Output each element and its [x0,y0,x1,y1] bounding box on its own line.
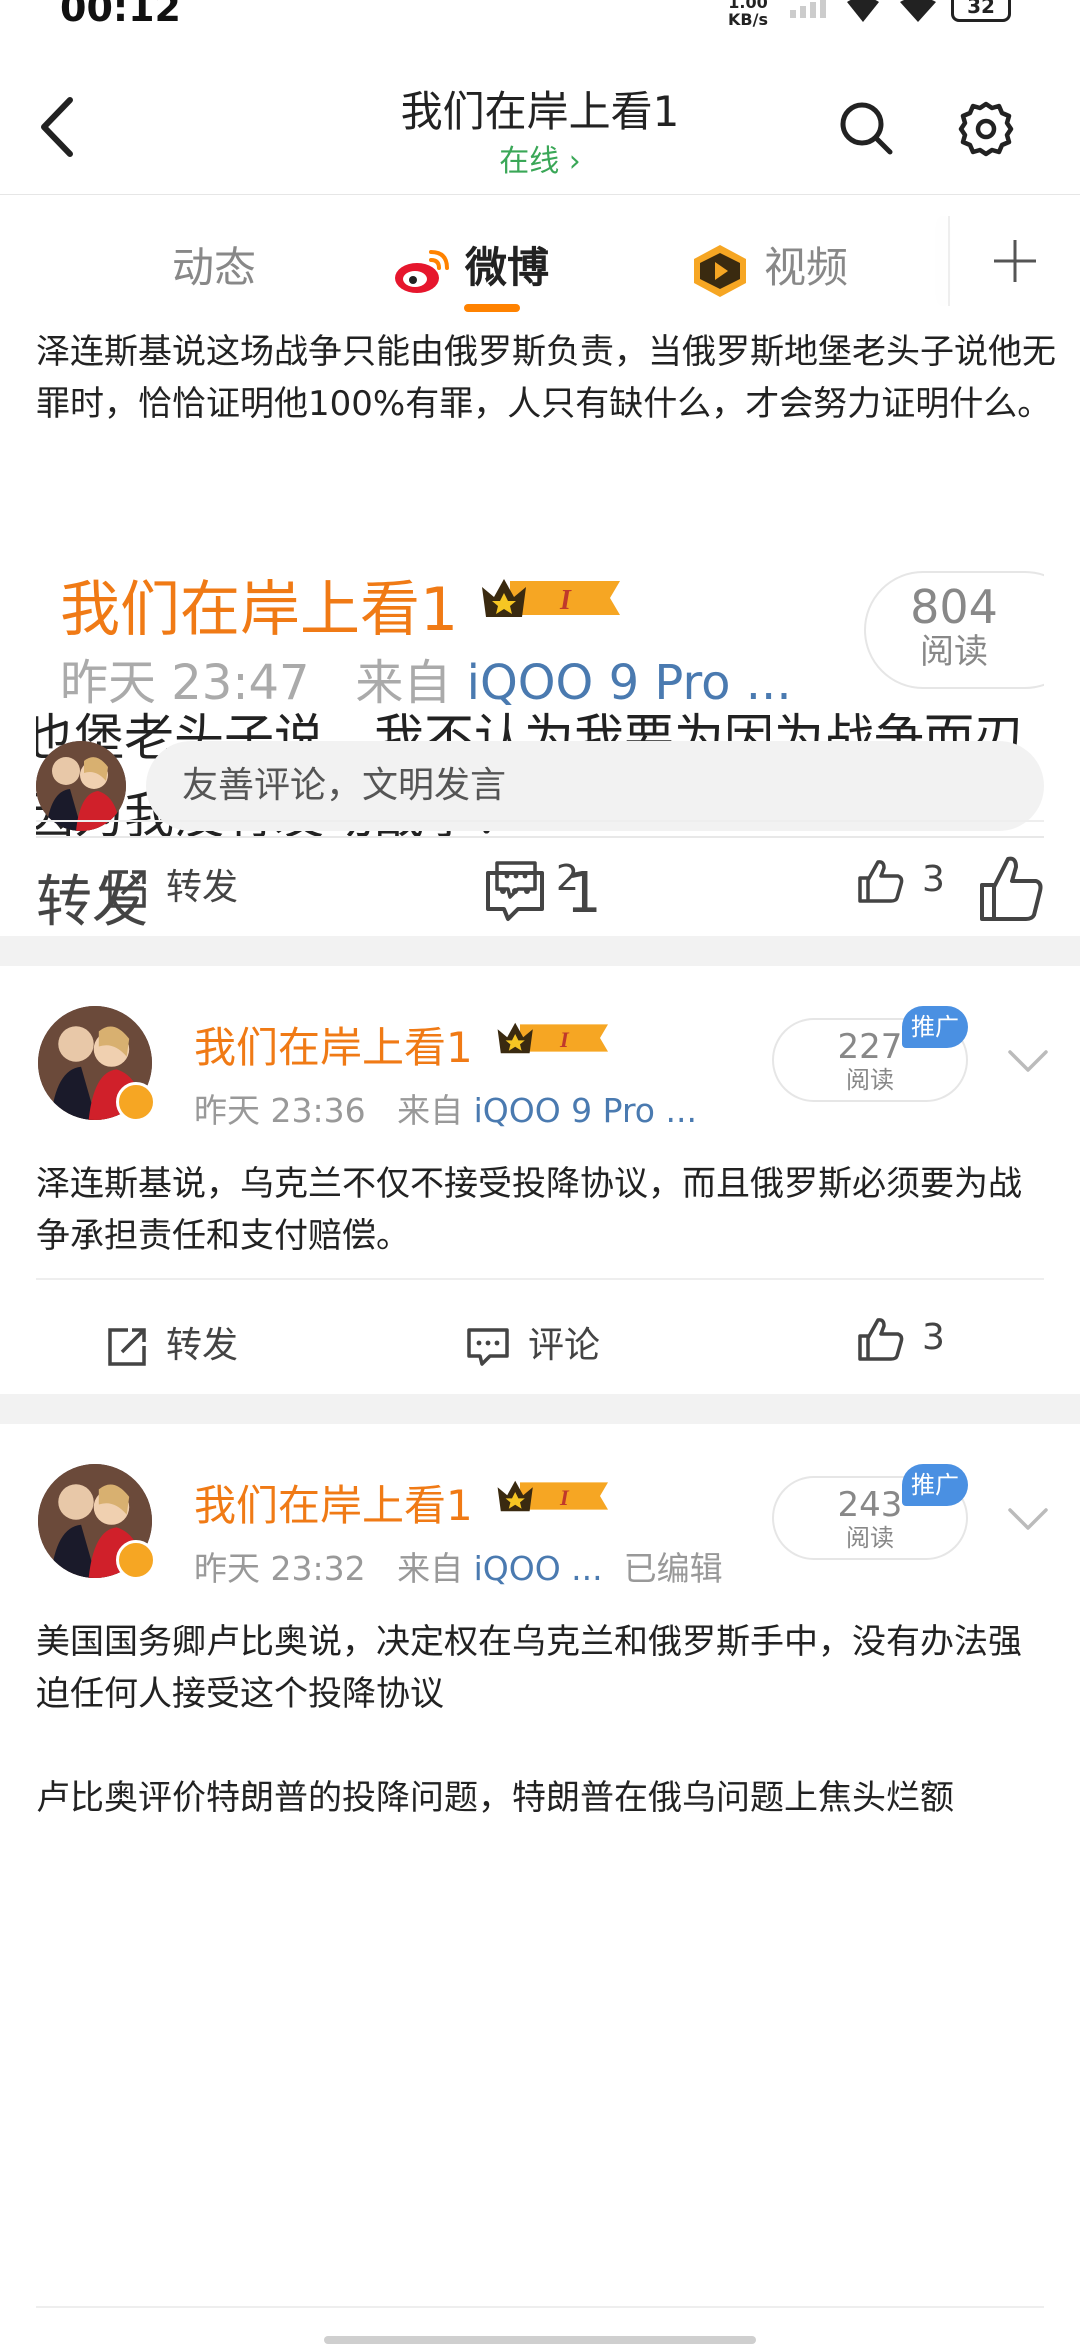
battery-indicator: 32 [951,0,1011,22]
comment-count: 2 [556,858,579,899]
wifi-icon [847,0,879,22]
thumbs-up-icon [858,860,904,903]
tab-video[interactable]: 视频 [690,234,848,299]
svg-text:I: I [559,1485,570,1510]
like-count: 3 [922,1317,945,1358]
author-name[interactable]: 我们在岸上看1 [194,1014,473,1075]
divider [36,1278,1044,1280]
user-avatar[interactable] [36,741,126,831]
search-icon[interactable] [836,98,896,158]
post-actions: 转发 评论 3 [0,1292,1080,1392]
post-from-label: 来自 [397,1091,464,1130]
share-icon [108,1328,146,1366]
forward-button[interactable]: 转发 [106,1316,238,1368]
signal-icon [790,0,826,18]
post-time: 昨天 23:36 [194,1091,366,1130]
vip-crown-badge-icon: I [497,1480,608,1512]
post-meta: 昨天 23:36 来自 iQOO 9 Pro ... [194,1084,697,1132]
chevron-down-icon[interactable] [1006,1048,1050,1074]
add-tab-plus-icon[interactable] [990,236,1040,286]
svg-text:I: I [559,1027,570,1052]
author-name[interactable]: 我们在岸上看1 [194,1472,473,1533]
comment-button[interactable]: 评论 [466,1316,600,1368]
chevron-down-icon[interactable] [1006,1506,1050,1532]
embedded-author-name: 我们在岸上看1 [60,575,459,645]
page-title: 我们在岸上看1 [400,87,680,136]
tab-divider [948,216,950,306]
post-paragraph-1: 美国国务卿卢比奥说，决定权在乌克兰和俄罗斯手中，没有办法强迫任何人接受这个投降协… [36,1622,1022,1714]
tab-weibo-label: 微博 [465,243,550,292]
promoted-badge: 推广 [902,1464,968,1506]
forward-label: 转发 [166,1325,239,1366]
vip-crown-badge-icon: I [497,1022,608,1054]
feed-content: 泽连斯基说这场战争只能由俄罗斯负责，当俄罗斯地堡老头子说他无罪时，恰恰证明他10… [0,326,1080,2349]
post-text: 泽连斯基说这场战争只能由俄罗斯负责，当俄罗斯地堡老头子说他无罪时，恰恰证明他10… [36,332,1056,424]
forward-label: 转发 [166,867,239,908]
post-meta: 昨天 23:32 来自 iQOO ... 已编辑 [194,1542,723,1590]
post-text: 美国国务卿卢比奥说，决定权在乌克兰和俄罗斯手中，没有办法强迫任何人接受这个投降协… [36,1616,1046,1824]
comment-icon [467,1328,509,1366]
comment-input[interactable]: 友善评论，文明发言 [146,741,1044,831]
vip-crown-badge-icon: I [482,579,620,617]
tab-video-label: 视频 [764,243,849,292]
online-status[interactable]: 在线 › [0,136,1080,180]
post-time: 昨天 23:32 [194,1549,366,1588]
like-count: 3 [922,859,945,900]
post-separator [0,1394,1080,1424]
svg-text:I: I [559,585,572,616]
wifi-secondary-icon [900,0,936,22]
comment-label: 评论 [528,1325,601,1366]
post-actions: 转发 2 3 [0,834,1080,934]
edited-label: 已编辑 [623,1549,723,1588]
post-separator [0,936,1080,966]
promoted-badge: 推广 [902,1006,968,1048]
comment-button[interactable]: 2 [494,858,579,900]
thumbs-up-icon [858,1318,904,1361]
weibo-logo-icon [395,249,449,293]
tab-dynamic[interactable]: 动态 [172,234,256,295]
share-icon [108,870,146,908]
comment-icon [495,861,537,899]
network-speed-unit: KB/s [728,10,768,29]
embedded-read-count: 804 阅读 [864,571,1044,689]
like-button[interactable]: 3 [856,1316,945,1362]
post-source[interactable]: iQOO 9 Pro ... [474,1091,697,1130]
post-text: 泽连斯基说，乌克兰不仅不接受投降协议，而且俄罗斯必须要为战争承担责任和支付赔偿。 [36,1164,1022,1256]
post-from-label: 来自 [397,1549,464,1588]
read-label: 阅读 [846,1524,894,1552]
embedded-read-label: 阅读 [920,632,988,672]
profile-tabs: 动态 微博 视频 [0,196,1080,326]
like-button[interactable]: 3 [856,858,945,904]
verified-badge-icon [116,1540,156,1580]
read-label: 阅读 [846,1066,894,1094]
embedded-read-number: 804 [910,580,998,634]
forward-button[interactable]: 转发 [106,858,238,910]
active-tab-indicator [464,304,520,312]
settings-gear-icon[interactable] [955,98,1017,160]
tab-weibo[interactable]: 微博 [393,234,549,296]
video-logo-icon [694,244,746,297]
post-source[interactable]: iQOO ... [474,1549,603,1588]
home-indicator [324,2336,756,2344]
status-bar: 00:12 1.00 KB/s 32 [0,0,1080,30]
divider [36,820,1044,822]
post-paragraph-2: 卢比奥评价特朗普的投降问题，特朗普在俄乌问题上焦头烂额 [36,1778,954,1818]
network-speed: 1.00 KB/s [728,0,768,28]
divider [36,2306,1044,2308]
top-navigation-bar: 我们在岸上看1 在线 › [0,30,1080,195]
status-time: 00:12 [60,0,181,30]
avatar-image [36,741,126,831]
verified-badge-icon [116,1082,156,1122]
